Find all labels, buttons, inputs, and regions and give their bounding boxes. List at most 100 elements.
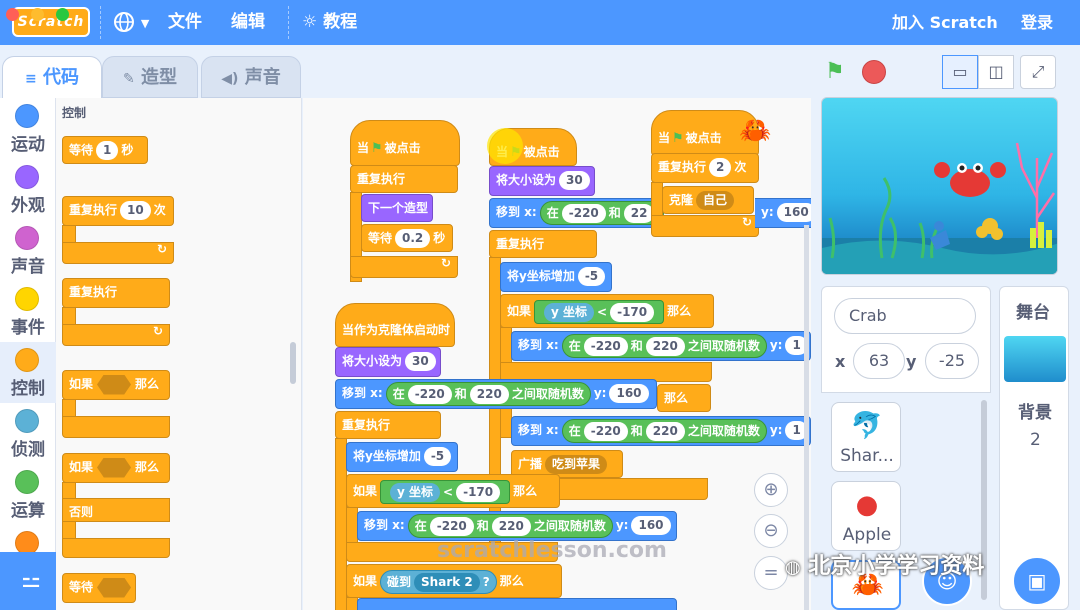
if-block-2[interactable]: 那么 — [657, 384, 711, 412]
palette-if-else-block[interactable]: 如果 那么 — [62, 453, 170, 483]
small-stage-icon: ▭ — [952, 62, 968, 81]
palette-wait-until-block[interactable]: 等待 — [62, 573, 136, 603]
globe-icon — [114, 12, 134, 32]
join-scratch-link[interactable]: 加入 Scratch — [892, 0, 998, 45]
sign-in-link[interactable]: 登录 — [1021, 0, 1053, 45]
when-flag-hat-block[interactable]: 当 ⚑ 被点击 — [350, 120, 460, 166]
set-size-block-clone[interactable]: 将大小设为 30 — [335, 347, 441, 377]
category-looks[interactable]: 外观 — [0, 159, 56, 220]
file-menu[interactable]: 文件 — [168, 0, 202, 45]
goto-xy-block[interactable]: 移到 x: 在 -220 和 22 — [489, 198, 665, 228]
palette-wait-block[interactable]: 等待 1 秒 — [62, 136, 148, 164]
goto-random-block-clone[interactable]: 移到 x: 在 -220 和 220 之间取随机数 y: 160 — [335, 379, 657, 409]
x-label: x — [835, 352, 846, 371]
next-costume-block[interactable]: 下一个造型 — [361, 194, 433, 222]
forever-block[interactable]: 重复执行 — [350, 165, 458, 193]
palette-scrollbar[interactable] — [290, 342, 296, 384]
tab-costumes-label: 造型 — [141, 67, 177, 88]
palette-repeat-block[interactable]: 重复执行 10 次 — [62, 196, 174, 226]
forever-block-clone[interactable]: 重复执行 — [335, 411, 441, 439]
sprite-tile-shark[interactable]: 🐬 Shar... — [831, 402, 901, 472]
chevron-down-icon: ▼ — [140, 17, 150, 30]
palette-if-block[interactable]: 如果 那么 — [62, 370, 170, 400]
y-label: y — [906, 352, 917, 371]
backdrops-label: 背景 — [1018, 403, 1052, 423]
change-y-block[interactable]: 将y坐标增加 -5 — [500, 262, 612, 292]
sprite-tile-label: Shar... — [840, 446, 894, 466]
edit-menu[interactable]: 编辑 — [231, 0, 265, 45]
when-clone-start-hat-block[interactable]: 当作为克隆体启动时 — [335, 303, 455, 347]
broadcast-message-dropdown[interactable]: 吃到苹果 — [545, 455, 608, 474]
stage-canvas[interactable] — [821, 97, 1058, 275]
speaker-icon: ◀) — [221, 71, 239, 87]
backdrop-thumbnail[interactable] — [1004, 336, 1066, 382]
script-workspace[interactable]: 当⚑被点击 重复执行 下一个造型 等待0.2秒 ↻ 当⚑被点击 将大小设为30 … — [303, 98, 811, 610]
category-bar: 运动 外观 声音 事件 控制 侦测 运算 — [0, 98, 56, 610]
wait-block[interactable]: 等待 0.2 秒 — [361, 224, 453, 252]
forever-block-2[interactable]: 重复执行 — [489, 230, 597, 258]
close-window-dot[interactable] — [6, 8, 19, 21]
green-flag-button[interactable]: ⚑ — [825, 59, 845, 84]
large-stage-button[interactable]: ◫ — [978, 55, 1014, 89]
goto-random-block[interactable]: 移到 x: 在 -220 和 220 之间取随机数 y: 1 — [511, 331, 811, 361]
tab-code[interactable]: ≡ 代码 — [2, 56, 102, 100]
goto-block-cut[interactable] — [357, 598, 677, 610]
loop-arrow-icon: ↻ — [156, 242, 167, 256]
maximize-window-dot[interactable] — [56, 8, 69, 21]
backdrops-count: 2 — [1030, 430, 1041, 450]
sprite-name-input[interactable]: Crab — [834, 298, 976, 334]
scratch-logo[interactable]: Scratch — [12, 7, 90, 37]
clone-target-dropdown[interactable]: 自己 — [696, 191, 735, 210]
add-extension-button[interactable]: ⚍ — [0, 552, 62, 610]
tutorials-menu[interactable]: ☼ 教程 — [302, 0, 357, 45]
goto-random-block-clone-2[interactable]: 移到 x: 在 -220 和 220 之间取随机数 y: 160 — [357, 511, 677, 541]
size-value[interactable]: 30 — [559, 171, 590, 190]
zoom-out-button[interactable]: ⊖ — [754, 514, 788, 548]
category-control[interactable]: 控制 — [0, 342, 56, 403]
if-block-clone[interactable]: 如果 y 坐标 < -170 那么 — [346, 474, 560, 508]
category-sensing[interactable]: 侦测 — [0, 403, 56, 464]
wechat-icon: ◍ — [785, 557, 801, 578]
green-flag-icon: ⚑ — [825, 59, 845, 84]
repeat-block[interactable]: 重复执行 2 次 — [651, 153, 759, 183]
wait-value[interactable]: 1 — [96, 141, 119, 160]
change-y-block-clone[interactable]: 将y坐标增加 -5 — [346, 442, 458, 472]
small-stage-button[interactable]: ▭ — [942, 55, 978, 89]
palette-forever-block[interactable]: 重复执行 — [62, 278, 170, 308]
wechat-overlay-text: ◍ 北京小学学习资料 — [785, 548, 984, 580]
extension-icon: ⚍ — [21, 568, 41, 593]
choose-backdrop-button[interactable]: ▣ — [1012, 556, 1062, 606]
sprite-tile-apple[interactable]: ● Apple — [831, 481, 901, 551]
apple-icon: ● — [855, 490, 879, 520]
minimize-window-dot[interactable] — [31, 8, 44, 21]
category-sound[interactable]: 声音 — [0, 220, 56, 281]
set-size-block[interactable]: 将大小设为 30 — [489, 166, 595, 196]
if-block[interactable]: 如果 y 坐标 < -170 那么 — [500, 294, 714, 328]
if-touching-block[interactable]: 如果 碰到 Shark 2? 那么 — [346, 564, 562, 598]
goto-y-partial[interactable]: y: 160 — [755, 198, 811, 228]
tutorials-label: 教程 — [323, 12, 358, 32]
underwater-backdrop — [822, 142, 1057, 274]
fullscreen-icon: ⤢ — [1031, 62, 1045, 81]
sprite-tile-label: Apple — [842, 525, 892, 545]
create-clone-block[interactable]: 克隆 自己 — [662, 186, 754, 214]
touching-target-dropdown[interactable]: Shark 2 — [414, 572, 480, 592]
sprite-y-input[interactable]: -25 — [925, 343, 979, 379]
tab-costumes[interactable]: ✎ 造型 — [102, 56, 198, 98]
sprite-x-input[interactable]: 63 — [853, 343, 905, 379]
zoom-in-button[interactable]: ⊕ — [754, 473, 788, 507]
fullscreen-button[interactable]: ⤢ — [1020, 55, 1056, 89]
crab-sprite-indicator: 🦀 — [739, 116, 772, 146]
large-stage-icon: ◫ — [988, 62, 1004, 81]
repeat-value[interactable]: 10 — [120, 201, 151, 220]
category-events[interactable]: 事件 — [0, 281, 56, 342]
goto-random-block-2[interactable]: 移到 x: 在 -220 和 220 之间取随机数 y: 1 — [511, 416, 811, 446]
stop-button[interactable] — [862, 60, 886, 84]
cursor-highlight — [487, 128, 523, 164]
tab-sounds[interactable]: ◀) 声音 — [201, 56, 301, 98]
category-operators[interactable]: 运算 — [0, 464, 56, 525]
zoom-reset-button[interactable]: = — [754, 556, 788, 590]
category-motion[interactable]: 运动 — [0, 98, 56, 159]
language-menu[interactable]: ▼ — [113, 0, 149, 45]
wait-seconds-value[interactable]: 0.2 — [395, 229, 431, 248]
